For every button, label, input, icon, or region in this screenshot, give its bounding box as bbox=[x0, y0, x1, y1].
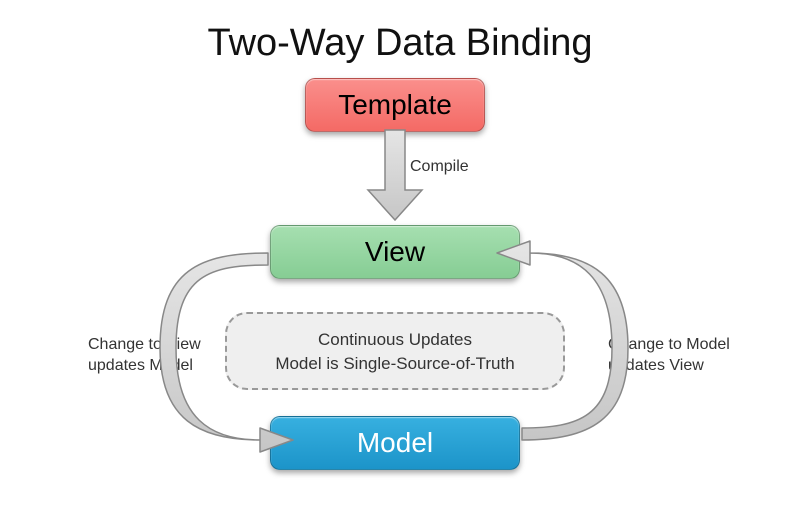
model-node: Model bbox=[270, 416, 520, 470]
view-node: View bbox=[270, 225, 520, 279]
template-node: Template bbox=[305, 78, 485, 132]
left-label-line2: updates Model bbox=[88, 357, 193, 374]
continuous-updates-box: Continuous Updates Model is Single-Sourc… bbox=[225, 312, 565, 390]
right-arrow-label: Change to Model updates View bbox=[608, 335, 730, 377]
left-arrow-label: Change to View updates Model bbox=[88, 335, 201, 377]
updates-line2: Model is Single-Source-of-Truth bbox=[275, 354, 514, 373]
diagram-title: Two-Way Data Binding bbox=[0, 22, 800, 65]
right-label-line1: Change to Model bbox=[608, 336, 730, 353]
updates-line1: Continuous Updates bbox=[318, 330, 472, 349]
right-label-line2: updates View bbox=[608, 357, 704, 374]
left-label-line1: Change to View bbox=[88, 336, 201, 353]
compile-arrow-label: Compile bbox=[410, 158, 469, 176]
